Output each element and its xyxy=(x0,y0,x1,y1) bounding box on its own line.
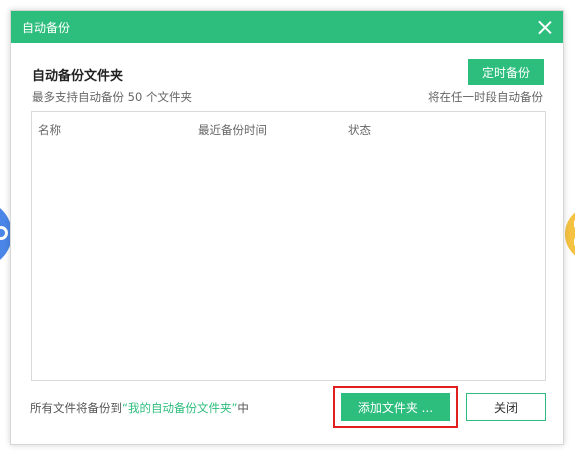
close-button[interactable]: 关闭 xyxy=(466,393,546,421)
dialog-title: 自动备份 xyxy=(22,20,71,35)
close-icon[interactable] xyxy=(537,19,553,35)
scheduled-backup-button[interactable]: 定时备份 xyxy=(468,59,544,85)
background-app-icon-yellow xyxy=(565,206,575,262)
column-header-name[interactable]: 名称 xyxy=(38,122,61,138)
backup-folder-table: 名称 最近备份时间 状态 xyxy=(31,111,546,381)
auto-backup-dialog: 自动备份 自动备份文件夹 定时备份 最多支持自动备份 50 个文件夹 将在任一时… xyxy=(10,10,564,445)
folder-limit-text: 最多支持自动备份 50 个文件夹 xyxy=(32,90,192,104)
section-heading: 自动备份文件夹 xyxy=(32,69,124,84)
column-header-last-backup-time[interactable]: 最近备份时间 xyxy=(198,122,267,138)
table-header: 名称 最近备份时间 状态 xyxy=(32,112,545,146)
backup-destination-note: 所有文件将备份到“我的自动备份文件夹”中 xyxy=(30,400,249,416)
note-prefix: 所有文件将备份到 xyxy=(30,401,122,415)
add-folder-button[interactable]: 添加文件夹 ... xyxy=(341,393,450,421)
note-suffix: 中 xyxy=(237,401,249,415)
dialog-titlebar: 自动备份 xyxy=(11,11,563,43)
backup-folder-link[interactable]: “我的自动备份文件夹” xyxy=(122,401,237,415)
backup-schedule-text: 将在任一时段自动备份 xyxy=(428,90,543,104)
column-header-status[interactable]: 状态 xyxy=(348,122,371,138)
